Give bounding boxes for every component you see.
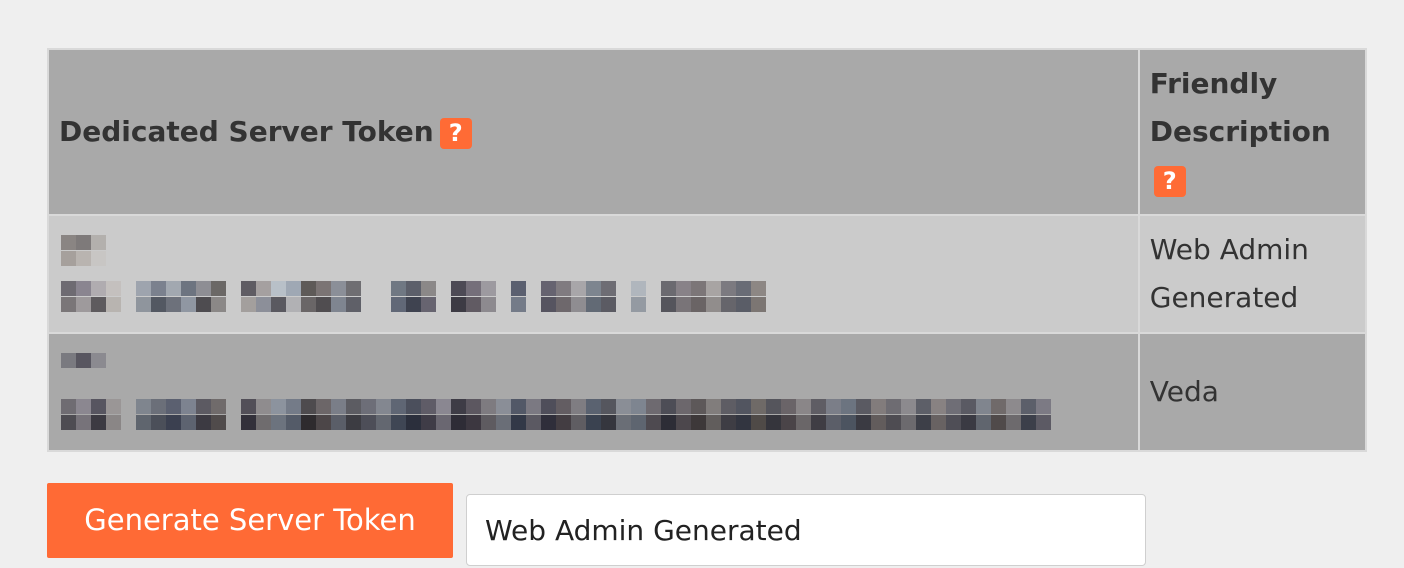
question-mark-icon[interactable]: ? bbox=[439, 117, 472, 149]
header-token: Dedicated Server Token? bbox=[47, 48, 1140, 216]
token-cell bbox=[47, 214, 1140, 334]
description-cell: Web Admin Generated bbox=[1137, 214, 1368, 334]
table-header-row: Dedicated Server Token? Friendly Descrip… bbox=[47, 48, 1368, 216]
header-description-label: Friendly Description bbox=[1149, 67, 1331, 148]
token-cell bbox=[47, 332, 1140, 452]
table-row: Web Admin Generated bbox=[47, 214, 1368, 334]
server-token-table: Dedicated Server Token? Friendly Descrip… bbox=[47, 48, 1368, 452]
friendly-description-input[interactable] bbox=[466, 494, 1146, 566]
header-token-label: Dedicated Server Token bbox=[59, 115, 434, 148]
obscured-token bbox=[59, 229, 1128, 319]
table-row: Veda bbox=[47, 332, 1368, 452]
header-description: Friendly Description ? bbox=[1137, 48, 1368, 216]
description-cell: Veda bbox=[1137, 332, 1368, 452]
question-mark-icon[interactable]: ? bbox=[1153, 165, 1186, 197]
generate-server-token-button[interactable]: Generate Server Token bbox=[47, 483, 453, 558]
obscured-token bbox=[59, 347, 1128, 437]
